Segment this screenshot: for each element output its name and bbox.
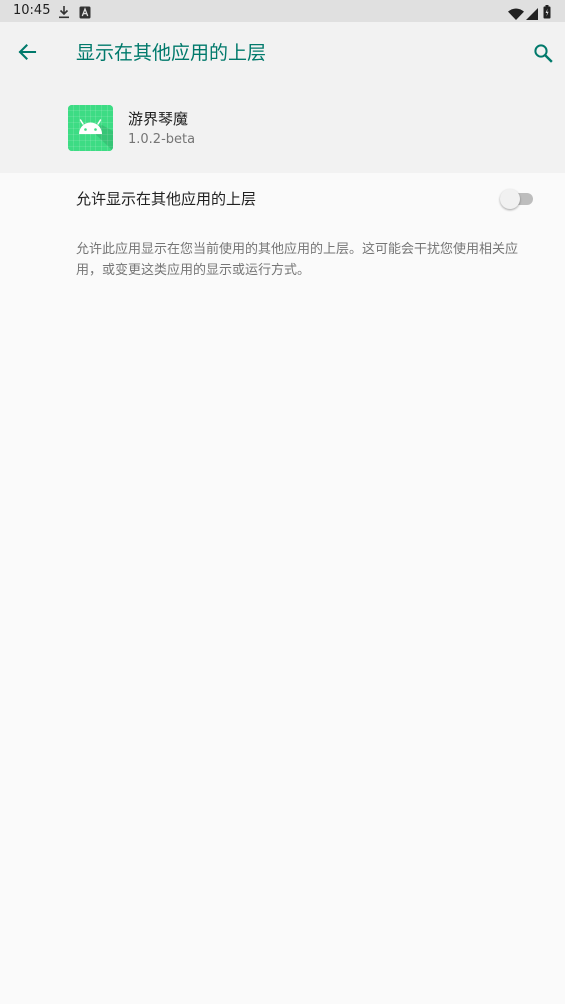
search-icon [533, 43, 553, 63]
search-button[interactable] [526, 36, 560, 70]
status-bar: 10:45 [0, 0, 565, 22]
arrow-back-icon [17, 42, 37, 62]
page-title: 显示在其他应用的上层 [76, 42, 267, 64]
android-app-icon [68, 105, 113, 151]
back-button[interactable] [10, 34, 44, 70]
download-icon [58, 4, 70, 23]
toolbar: 显示在其他应用的上层 [0, 22, 565, 84]
app-name: 游界琴魔 [128, 110, 189, 128]
toggle-thumb [500, 189, 520, 209]
a-badge-icon [79, 4, 91, 23]
status-time: 10:45 [13, 3, 51, 18]
overlay-permission-label: 允许显示在其他应用的上层 [76, 190, 257, 208]
overlay-permission-toggle[interactable] [500, 188, 534, 210]
app-version: 1.0.2-beta [128, 132, 196, 147]
app-header: 游界琴魔 1.0.2-beta [0, 84, 565, 173]
overlay-permission-row[interactable]: 允许显示在其他应用的上层 [0, 173, 565, 225]
battery-icon [543, 4, 551, 23]
overlay-permission-description: 允许此应用显示在您当前使用的其他应用的上层。这可能会干扰您使用相关应用，或变更这… [76, 242, 519, 278]
